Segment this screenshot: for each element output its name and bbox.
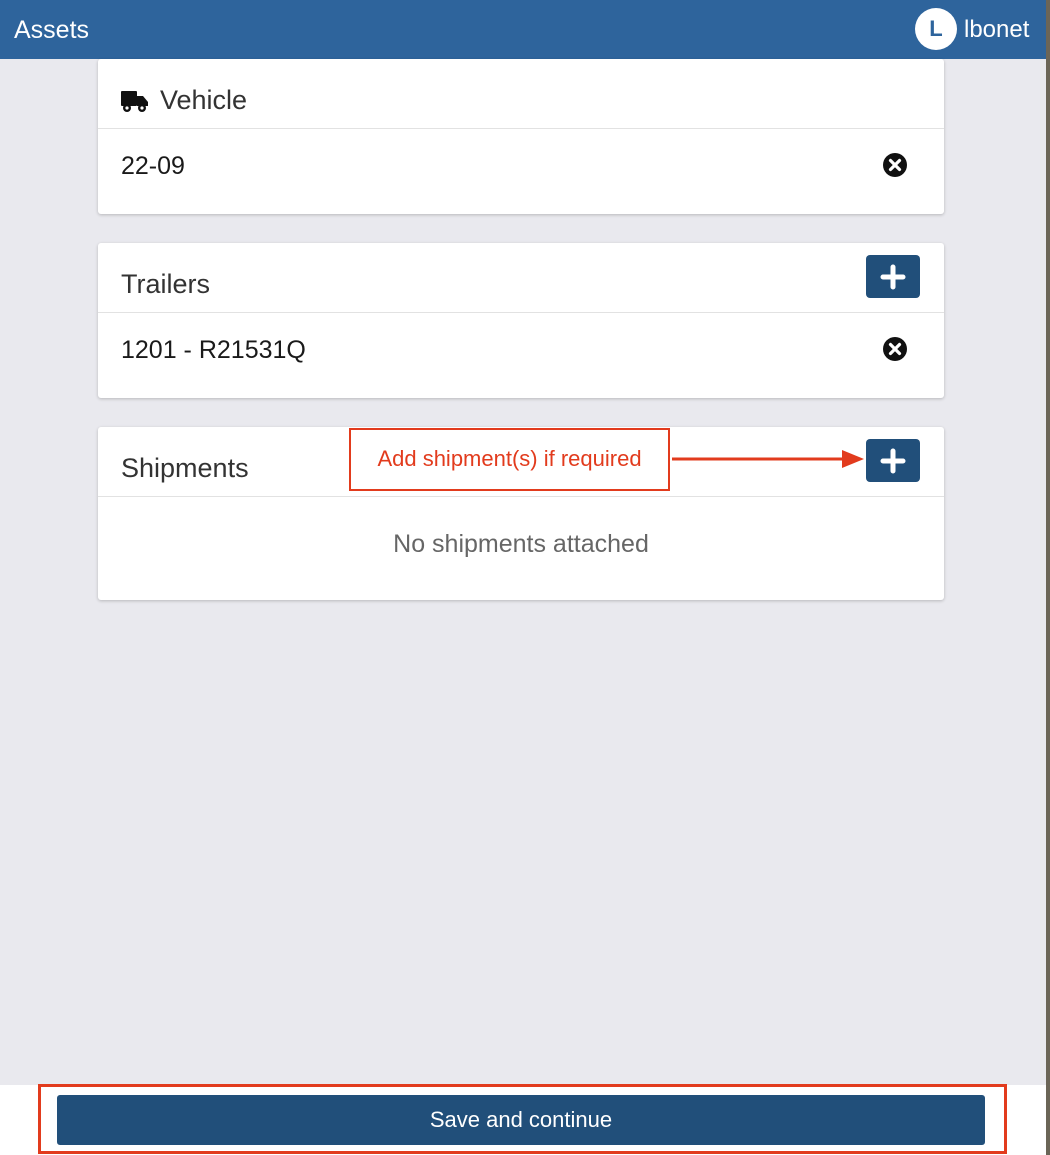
trailers-card-header: Trailers: [98, 243, 944, 313]
trailers-card: Trailers 1201 - R21531Q: [98, 243, 944, 398]
truck-icon: [121, 91, 148, 112]
avatar[interactable]: L: [915, 8, 957, 50]
add-shipment-button[interactable]: [866, 439, 920, 482]
vehicle-title: Vehicle: [160, 85, 248, 115]
username[interactable]: lbonet: [964, 15, 1029, 45]
vehicle-card: Vehicle 22-09: [98, 59, 944, 214]
annotation-callout: Add shipment(s) if required: [349, 428, 670, 491]
plus-icon: [880, 264, 906, 290]
trailer-item: 1201 - R21531Q: [121, 336, 306, 364]
vehicle-item: 22-09: [121, 152, 185, 180]
annotation-text: Add shipment(s) if required: [377, 446, 642, 471]
annotation-arrow-icon: [672, 450, 864, 468]
page-title: Assets: [14, 16, 90, 44]
top-bar: Assets L lbonet: [0, 0, 1046, 59]
add-trailer-button[interactable]: [866, 255, 920, 298]
save-and-continue-button[interactable]: Save and continue: [57, 1095, 985, 1145]
remove-vehicle-icon[interactable]: [882, 152, 908, 178]
remove-trailer-icon[interactable]: [882, 336, 908, 362]
shipments-title: Shipments: [121, 453, 249, 483]
vehicle-card-header: Vehicle: [98, 59, 944, 129]
shipments-empty-text: No shipments attached: [393, 530, 649, 558]
assets-screen: Assets L lbonet Vehicle 22-09 Trailers 1…: [0, 0, 1046, 1155]
plus-icon: [880, 448, 906, 474]
trailers-title: Trailers: [121, 269, 211, 299]
